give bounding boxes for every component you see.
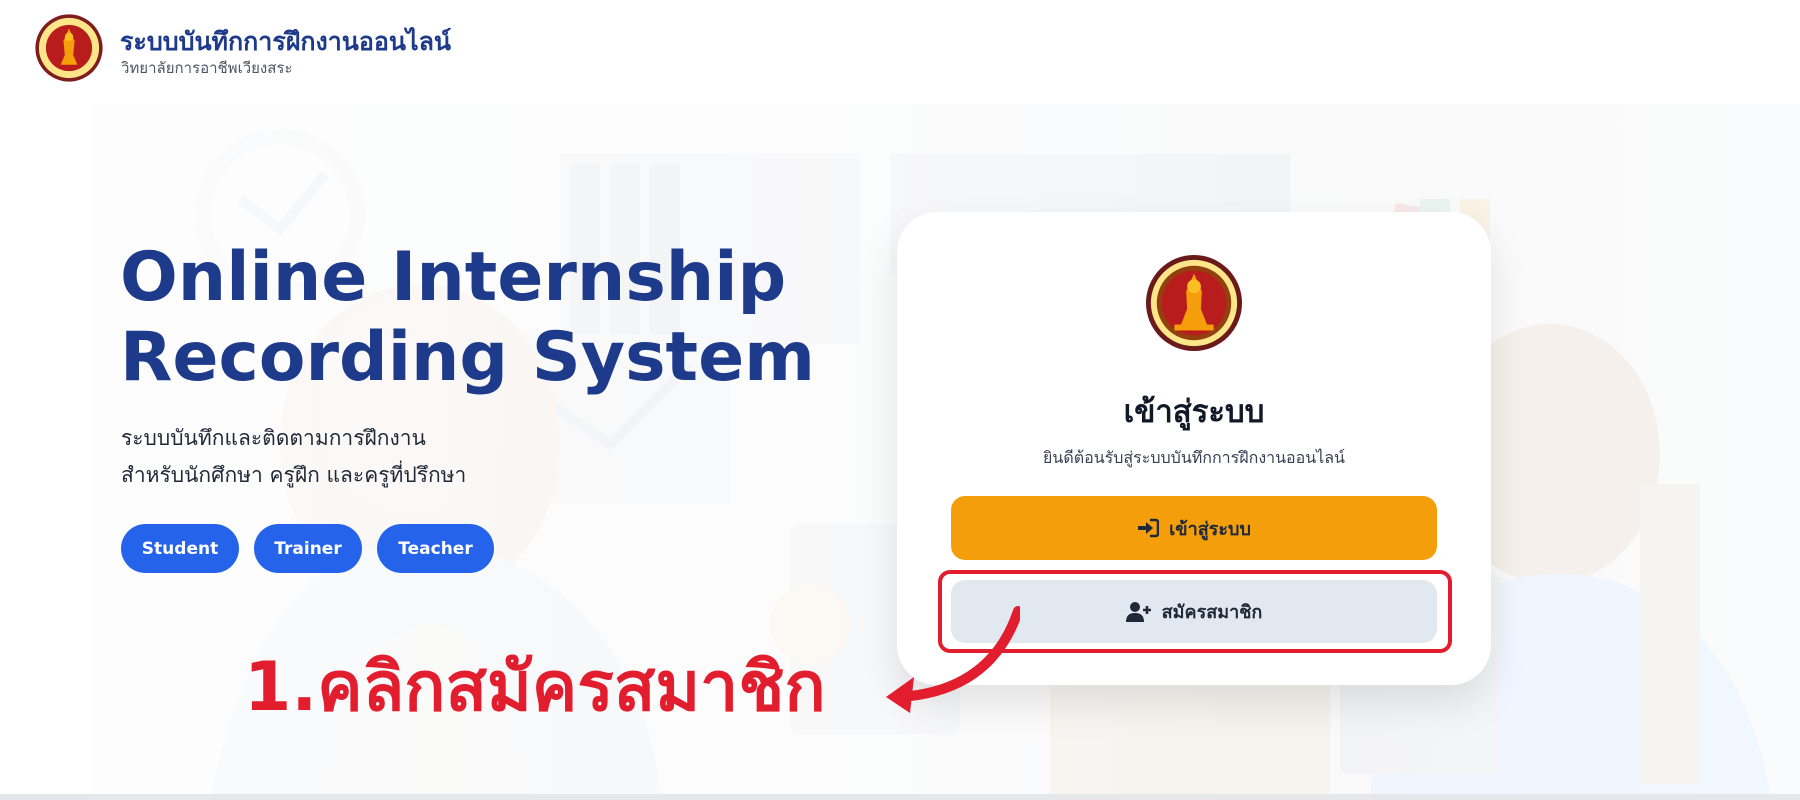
hero-description-line-2: สำหรับนักศึกษา ครูฝึก และครูที่ปรึกษา [121, 463, 467, 487]
role-pill-student: Student [121, 524, 239, 573]
role-pill-teacher: Teacher [377, 524, 494, 573]
page-margin [0, 104, 90, 796]
hero-title-line-2: Recording System [120, 318, 816, 397]
top-navbar: ระบบบันทึกการฝึกงานออนไลน์ วิทยาลัยการอา… [0, 0, 1800, 104]
hero-title: Online Internship Recording System [120, 238, 815, 398]
college-logo[interactable] [34, 13, 104, 83]
site-subtitle: วิทยาลัยการอาชีพเวียงสระ [121, 59, 293, 77]
college-emblem [1145, 254, 1243, 352]
login-button[interactable]: เข้าสู่ระบบ [951, 496, 1437, 560]
footer-edge [0, 794, 1800, 800]
hero-description-line-1: ระบบบันทึกและติดตามการฝึกงาน [121, 426, 426, 450]
annotation-arrow-icon [886, 606, 1020, 713]
sign-in-icon [1138, 518, 1160, 538]
login-title: เข้าสู่ระบบ [1123, 394, 1265, 430]
role-pills: Student Trainer Teacher [121, 524, 494, 573]
hero-description: ระบบบันทึกและติดตามการฝึกงาน สำหรับนักศึ… [121, 420, 466, 494]
login-subtitle: ยินดีต้อนรับสู่ระบบบันทึกการฝึกงานออนไลน… [1043, 448, 1345, 467]
role-pill-trainer: Trainer [254, 524, 362, 573]
login-button-label: เข้าสู่ระบบ [1169, 518, 1251, 540]
annotation-text: 1.คลิกสมัครสมาชิก [244, 648, 826, 727]
hero-title-line-1: Online Internship [120, 238, 787, 317]
